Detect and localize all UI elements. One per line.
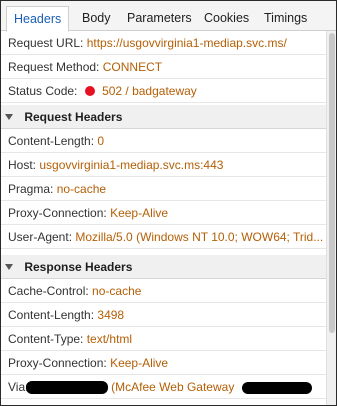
general-request-method-row[interactable]: Request Method: CONNECT	[1, 55, 326, 79]
request-header-row[interactable]: Pragma: no-cache	[1, 177, 326, 201]
header-key: Host:	[8, 158, 37, 172]
header-value: CONNECT	[102, 60, 163, 74]
response-header-row[interactable]: Proxy-Connection: Keep-Alive	[1, 351, 326, 375]
header-key: Content-Length:	[8, 308, 95, 322]
header-value: (McAfee Web Gateway	[111, 380, 235, 394]
header-value: Keep-Alive	[110, 206, 169, 220]
network-inspector-panel: Headers Body Parameters Cookies Timings …	[0, 0, 337, 406]
tab-parameters[interactable]: Parameters	[127, 8, 192, 28]
headers-content: Request URL: https://usgovvirginia1-medi…	[1, 31, 326, 405]
header-value: https://usgovvirginia1-mediap.svc.ms/	[86, 36, 287, 50]
request-header-row[interactable]: Content-Length: 0	[1, 129, 326, 153]
header-value: Keep-Alive	[110, 356, 169, 370]
response-headers-section[interactable]: Response Headers	[1, 255, 326, 279]
chevron-down-icon	[5, 263, 13, 270]
section-title: Request Headers	[24, 110, 123, 124]
request-header-row[interactable]: User-Agent: Mozilla/5.0 (Windows NT 10.0…	[1, 225, 326, 249]
response-header-row[interactable]: Via: (McAfee Web Gateway	[1, 375, 326, 399]
response-header-row[interactable]: Content-Type: text/html	[1, 327, 326, 351]
response-header-row[interactable]: Cache-Control: no-cache	[1, 279, 326, 303]
tab-bar: Headers Body Parameters Cookies Timings	[1, 1, 336, 32]
header-key: Proxy-Connection:	[8, 356, 107, 370]
header-value: 0	[97, 134, 105, 148]
header-key: Request URL:	[8, 36, 84, 50]
redaction-mark	[241, 381, 312, 394]
header-value: text/html	[86, 332, 133, 346]
request-headers-section[interactable]: Request Headers	[1, 105, 326, 129]
general-request-url-row[interactable]: Request URL: https://usgovvirginia1-medi…	[1, 31, 326, 55]
response-header-row[interactable]: Content-Length: 3498	[1, 303, 326, 327]
tab-body[interactable]: Body	[82, 8, 111, 28]
vertical-scrollbar[interactable]	[326, 31, 336, 405]
header-value: 3498	[97, 308, 125, 322]
header-value: Mozilla/5.0 (Windows NT 10.0; WOW64; Tri…	[75, 230, 324, 244]
request-header-row[interactable]: Host: usgovvirginia1-mediap.svc.ms:443	[1, 153, 326, 177]
header-key: Content-Length:	[8, 134, 95, 148]
tab-headers[interactable]: Headers	[6, 6, 70, 32]
header-value: usgovvirginia1-mediap.svc.ms:443	[39, 158, 224, 172]
header-key: Request Method:	[8, 60, 100, 74]
scrollbar-thumb[interactable]	[329, 33, 335, 333]
tab-cookies[interactable]: Cookies	[204, 8, 249, 28]
tab-timings[interactable]: Timings	[264, 8, 307, 28]
header-key: User-Agent:	[8, 230, 73, 244]
error-status-dot-icon	[84, 85, 95, 96]
header-value: no-cache	[56, 182, 107, 196]
header-value: 502 / badgateway	[102, 84, 197, 98]
header-key: Cache-Control:	[8, 284, 89, 298]
redaction-mark	[25, 381, 108, 395]
header-key: Content-Type:	[8, 332, 84, 346]
header-key: Proxy-Connection:	[8, 206, 107, 220]
request-header-row[interactable]: Proxy-Connection: Keep-Alive	[1, 201, 326, 225]
chevron-down-icon	[5, 113, 13, 120]
general-status-code-row[interactable]: Status Code: 502 / badgateway	[1, 79, 326, 103]
section-title: Response Headers	[24, 260, 133, 274]
header-value: no-cache	[92, 284, 142, 298]
header-key: Status Code:	[8, 84, 78, 98]
header-key: Pragma:	[8, 182, 54, 196]
